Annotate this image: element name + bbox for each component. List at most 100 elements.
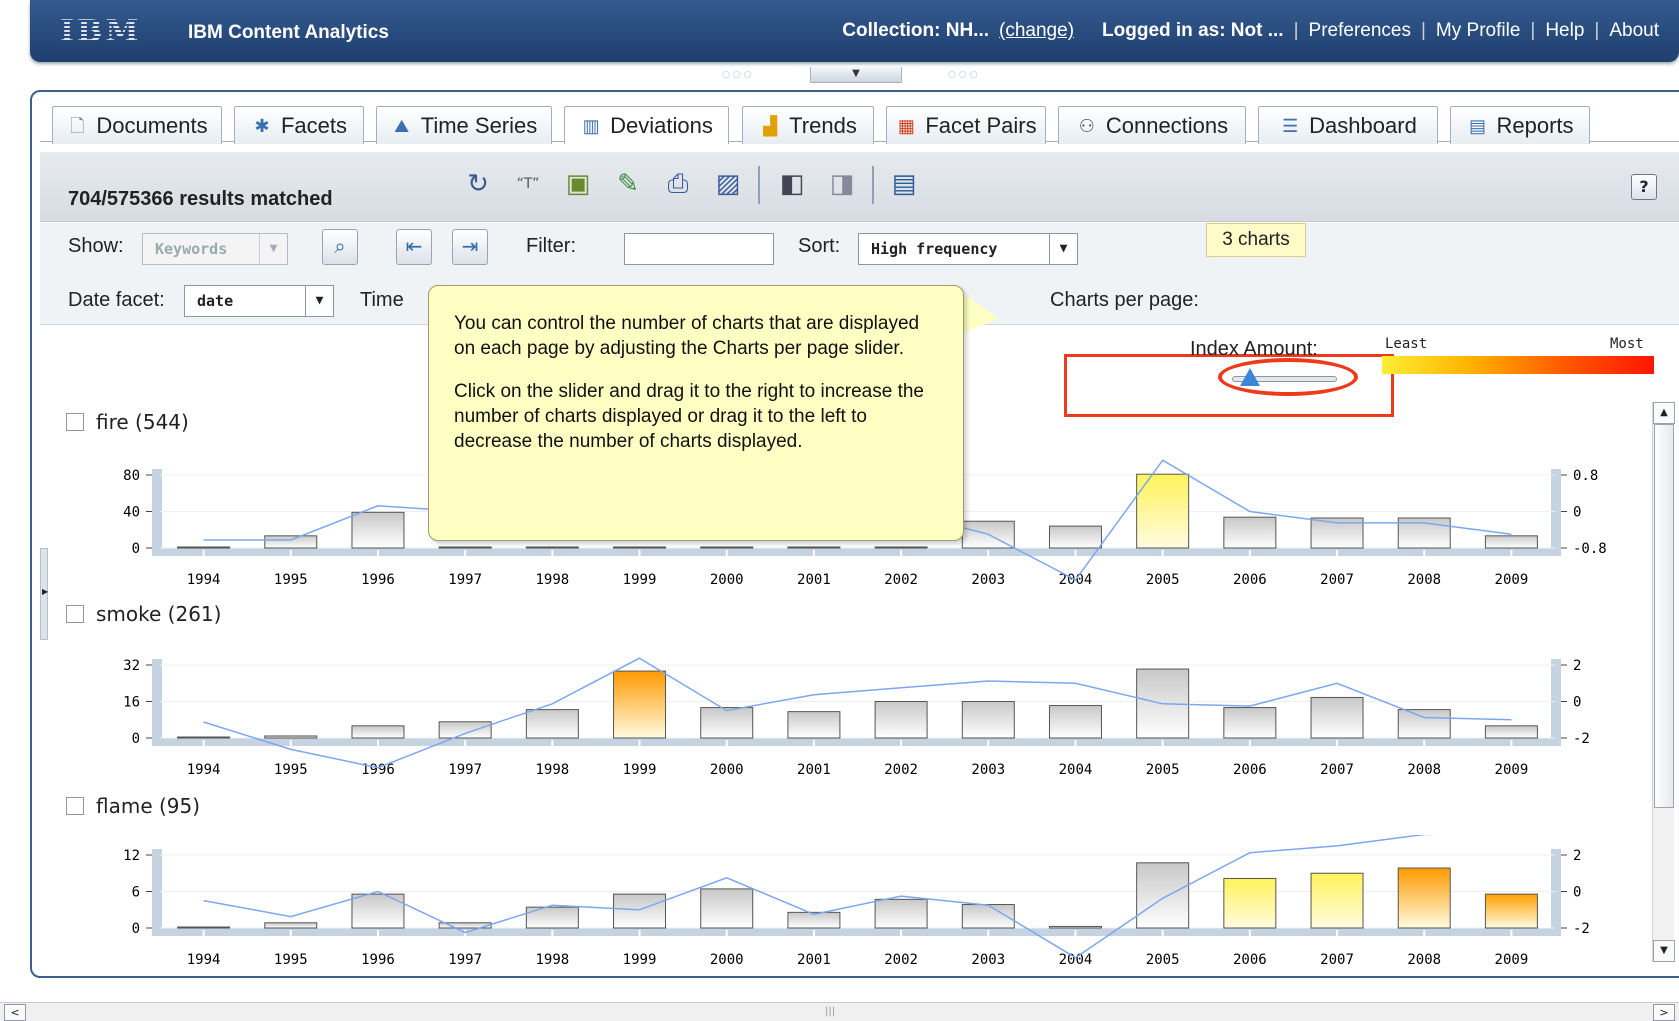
tab-label: Reports	[1496, 112, 1574, 138]
x-tick-label: 1998	[535, 572, 569, 588]
scroll-down-icon[interactable]: ▼	[1653, 940, 1675, 962]
tab-documents[interactable]: 🗋 Documents	[52, 106, 222, 144]
horizontal-scrollbar[interactable]: < ||| >	[0, 1002, 1679, 1021]
y2-axis-bar	[1551, 469, 1561, 556]
x-tick-label: 2006	[1233, 762, 1267, 778]
about-link[interactable]: About	[1609, 20, 1659, 42]
time-label: Time	[360, 289, 404, 311]
tab-connections[interactable]: ⚇ Connections	[1058, 106, 1246, 144]
tab-facets[interactable]: ✱ Facets	[234, 106, 364, 144]
x-axis-bar	[152, 738, 1561, 746]
chart-flame: 12 2 6 0 0 -2 1994 1995 1996 1997 1998 1999 2000 2001…	[123, 835, 1590, 968]
collapse-header-handle[interactable]: ▼	[810, 67, 902, 83]
bar	[525, 709, 579, 739]
x-tick-label: 2009	[1495, 572, 1529, 588]
help-button[interactable]: ?	[1631, 174, 1657, 200]
splitter-dots: ○○○	[948, 70, 981, 80]
y2-tick-label: -2	[1573, 731, 1590, 747]
forward-icon[interactable]: ◨	[824, 166, 860, 202]
bar	[1048, 705, 1102, 739]
x-tick-label: 2001	[797, 952, 831, 968]
scrollbar-thumb[interactable]	[1654, 424, 1674, 808]
callout-pointer	[958, 290, 998, 336]
magnifier-icon[interactable]: ⌕	[322, 229, 358, 265]
x-tick-label: 2002	[884, 952, 918, 968]
x-tick-label: 2007	[1320, 952, 1354, 968]
vertical-scrollbar[interactable]: ▲ ▼	[1652, 402, 1675, 962]
y-tick-label: 0	[132, 731, 140, 747]
query-text-icon[interactable]: “T”	[510, 166, 546, 202]
bar	[1397, 867, 1451, 929]
export-icon[interactable]: ⎙	[660, 166, 696, 202]
chart-checkbox-flame[interactable]	[66, 797, 84, 815]
chart-title-smoke: smoke (261)	[66, 602, 221, 626]
tab-label: Documents	[96, 112, 208, 138]
x-tick-label: 2000	[710, 572, 744, 588]
date-facet-select[interactable]: date ▼	[184, 285, 334, 317]
scroll-left-icon[interactable]: <	[4, 1004, 26, 1021]
bar	[613, 546, 667, 549]
tab-reports[interactable]: ▤ Reports	[1450, 106, 1590, 144]
tab-time-series[interactable]: ⛰ Time Series	[376, 106, 552, 144]
index-amount-gradient	[1382, 356, 1654, 374]
x-tick-label: 2008	[1407, 952, 1441, 968]
save-icon[interactable]: ▣	[560, 166, 596, 202]
bar	[787, 711, 841, 739]
y-axis-bar	[152, 469, 162, 556]
bar	[351, 893, 405, 929]
y-tick-label: 16	[123, 695, 140, 711]
bar	[525, 546, 579, 549]
help-callout: You can control the number of charts tha…	[428, 285, 964, 541]
expand-right-icon[interactable]: ⇥	[452, 229, 488, 265]
x-tick-label: 2004	[1059, 952, 1093, 968]
bar	[874, 898, 928, 929]
x-tick-label: 2002	[884, 572, 918, 588]
x-tick-label: 1996	[361, 572, 395, 588]
collapse-left-icon[interactable]: ⇤	[396, 229, 432, 265]
bar	[1048, 525, 1102, 549]
preferences-link[interactable]: Preferences	[1309, 20, 1411, 42]
bar	[700, 707, 754, 739]
app-header: IBM IBM Content Analytics Collection: NH…	[30, 0, 1679, 62]
bar	[1223, 877, 1277, 929]
help-link[interactable]: Help	[1545, 20, 1584, 42]
filter-input[interactable]	[624, 233, 774, 265]
scroll-right-icon[interactable]: >	[1653, 1004, 1675, 1021]
chart-report-icon[interactable]: ▨	[710, 166, 746, 202]
x-tick-label: 2005	[1146, 952, 1180, 968]
x-tick-label: 2007	[1320, 762, 1354, 778]
chart-checkbox-smoke[interactable]	[66, 605, 84, 623]
tab-trends[interactable]: ▟ Trends	[742, 106, 874, 144]
refresh-icon[interactable]: ↻	[460, 166, 496, 202]
chevron-down-icon: ▼	[1049, 234, 1077, 264]
deviations-icon: ▥	[582, 115, 600, 136]
chart-title-text: fire (544)	[96, 410, 189, 434]
bar	[613, 893, 667, 929]
chevron-down-icon: ▼	[305, 286, 333, 316]
back-icon[interactable]: ◧	[774, 166, 810, 202]
tab-deviations[interactable]: ▥ Deviations	[564, 106, 729, 144]
bar	[177, 736, 231, 739]
chart-checkbox-fire[interactable]	[66, 413, 84, 431]
sort-select-value: High frequency	[871, 240, 998, 258]
scroll-up-icon[interactable]: ▲	[1653, 402, 1675, 424]
bar	[613, 670, 667, 739]
x-tick-label: 2007	[1320, 572, 1354, 588]
tab-dashboard[interactable]: ☰ Dashboard	[1258, 106, 1438, 144]
my-profile-link[interactable]: My Profile	[1436, 20, 1520, 42]
y2-tick-label: 0	[1573, 505, 1581, 521]
tab-label: Dashboard	[1309, 112, 1417, 138]
toolbar-separator	[872, 166, 874, 204]
bar	[177, 546, 231, 549]
tab-facet-pairs[interactable]: ▦ Facet Pairs	[886, 106, 1046, 144]
layout-icon[interactable]: ▤	[886, 166, 922, 202]
x-tick-label: 1998	[535, 762, 569, 778]
sort-select[interactable]: High frequency ▼	[858, 233, 1078, 265]
edit-document-icon[interactable]: ✎	[610, 166, 646, 202]
show-select[interactable]: Keywords ▼	[142, 233, 288, 265]
y2-tick-label: 0	[1573, 885, 1581, 901]
change-collection-link[interactable]: (change)	[999, 20, 1074, 42]
callout-paragraph-1: You can control the number of charts tha…	[454, 313, 920, 359]
bar	[264, 735, 318, 739]
left-panel-handle[interactable]: ▶	[40, 548, 48, 640]
